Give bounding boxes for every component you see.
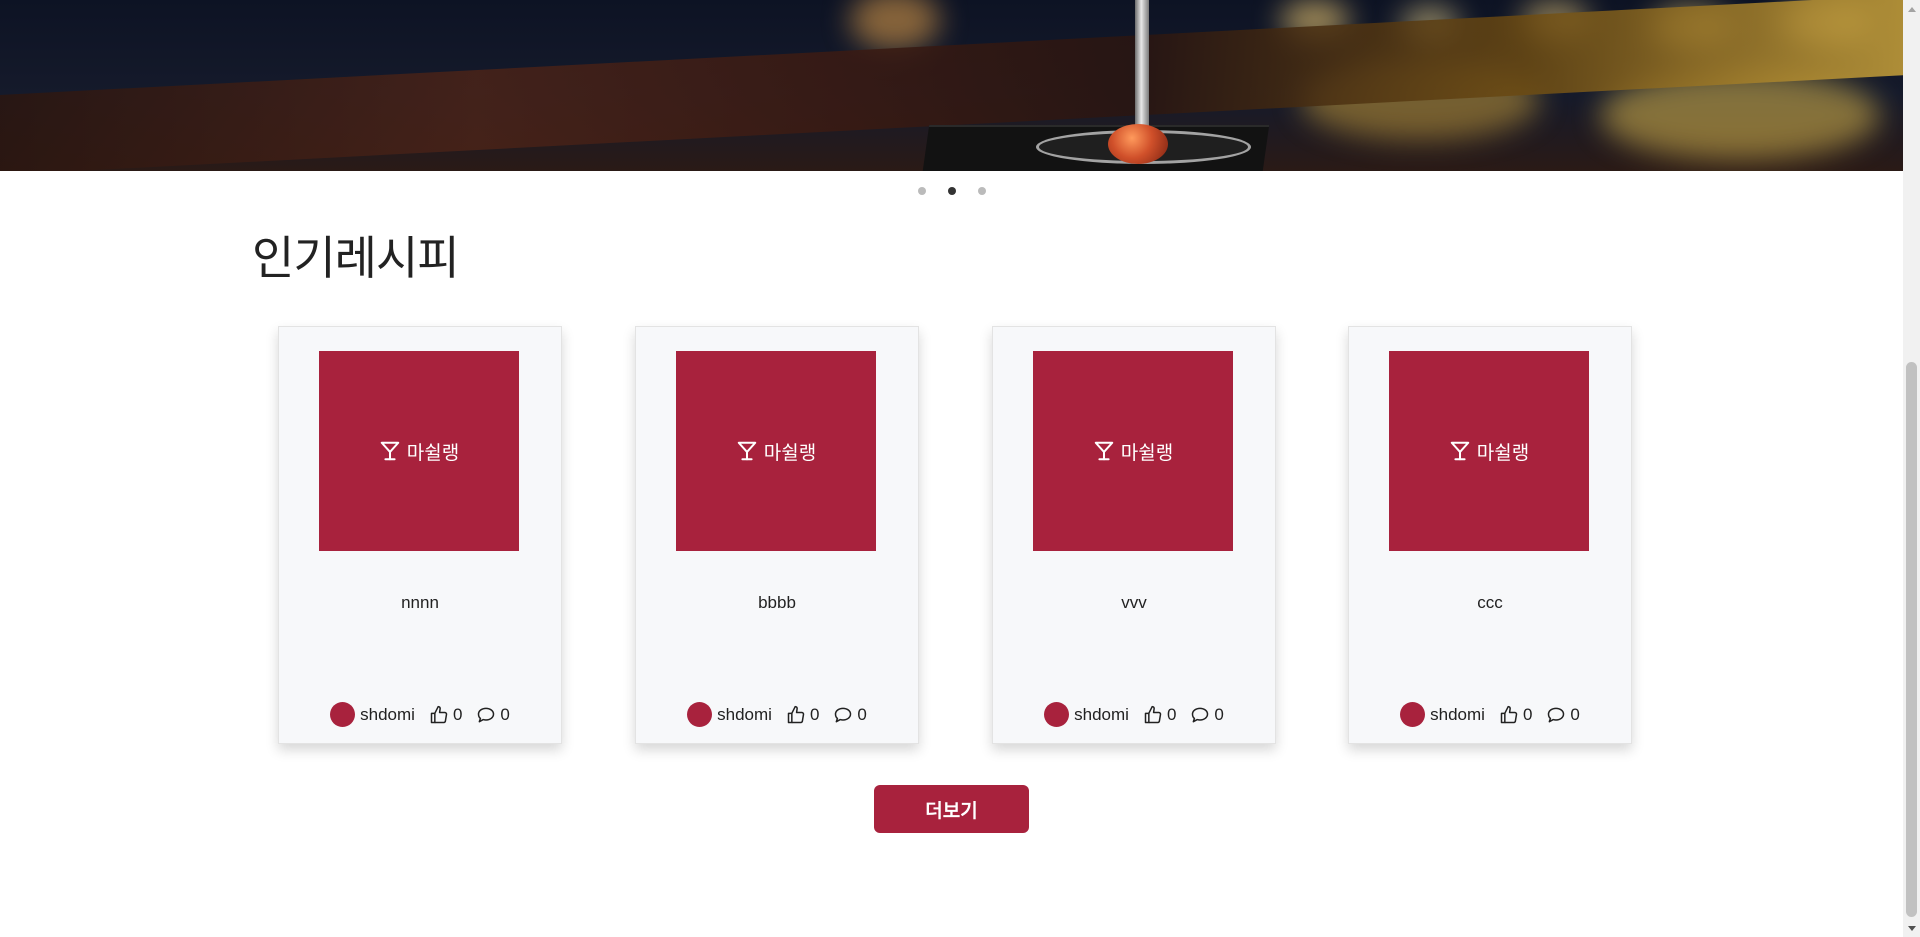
author-name[interactable]: shdomi [360, 705, 415, 725]
recipe-title[interactable]: ccc [1349, 593, 1631, 613]
recipe-meta: shdomi 0 0 [279, 702, 561, 727]
likes-count: 0 [1166, 704, 1177, 724]
recipe-meta: shdomi 0 0 [1349, 702, 1631, 727]
comment-icon [1548, 707, 1565, 722]
comments-stat[interactable]: 0 [1190, 704, 1224, 725]
comments-count: 0 [857, 704, 867, 724]
recipe-title[interactable]: nnnn [279, 593, 561, 613]
comment-icon [835, 707, 852, 722]
recipe-card[interactable]: 마쉴랭 bbbb shdomi 0 0 [635, 326, 919, 744]
recipe-meta: shdomi 0 0 [636, 702, 918, 727]
thumbs-up-icon [430, 705, 448, 723]
comments-count: 0 [500, 704, 510, 724]
comments-count: 0 [1214, 704, 1224, 724]
cocktail-glass-icon [1450, 441, 1470, 461]
cocktail-glass-icon [1094, 441, 1114, 461]
section-title: 인기레시피 [252, 231, 460, 285]
carousel-dot-3[interactable] [977, 187, 986, 195]
carousel-dots [0, 187, 1903, 195]
thumbs-up-icon [1144, 705, 1162, 723]
comment-icon [1192, 707, 1209, 722]
recipe-card[interactable]: 마쉴랭 vvv shdomi 0 0 [992, 326, 1276, 744]
avatar[interactable] [1400, 702, 1426, 727]
likes-count: 0 [1522, 704, 1533, 724]
carousel-dot-1[interactable] [917, 187, 926, 195]
recipe-title[interactable]: vvv [993, 593, 1275, 613]
comments-stat[interactable]: 0 [476, 704, 510, 725]
scroll-down-arrow[interactable] [1903, 920, 1920, 937]
author-name[interactable]: shdomi [1430, 705, 1485, 725]
recipe-card[interactable]: 마쉴랭 nnnn shdomi 0 0 [278, 326, 562, 744]
recipe-thumbnail[interactable]: 마쉴랭 [1389, 351, 1589, 551]
comment-icon [478, 707, 495, 722]
more-button[interactable]: 더보기 [874, 785, 1029, 833]
carousel-dot-2[interactable] [947, 187, 956, 195]
recipe-thumbnail[interactable]: 마쉴랭 [319, 351, 519, 551]
recipe-thumbnail[interactable]: 마쉴랭 [676, 351, 876, 551]
avatar[interactable] [687, 702, 713, 727]
recipe-meta: shdomi 0 0 [993, 702, 1275, 727]
likes-stat[interactable]: 0 [1499, 705, 1532, 725]
avatar[interactable] [1044, 702, 1070, 727]
likes-count: 0 [452, 704, 463, 724]
page-scrollbar[interactable] [1903, 0, 1920, 937]
brand-name: 마쉴랭 [1476, 441, 1530, 464]
comments-stat[interactable]: 0 [833, 704, 867, 725]
recipe-card[interactable]: 마쉴랭 ccc shdomi 0 0 [1348, 326, 1632, 744]
brand-name: 마쉴랭 [763, 441, 817, 464]
scroll-up-arrow[interactable] [1903, 0, 1920, 17]
avatar[interactable] [330, 702, 356, 727]
likes-stat[interactable]: 0 [786, 705, 819, 725]
cocktail-glass-icon [380, 441, 400, 461]
likes-stat[interactable]: 0 [429, 705, 462, 725]
recipe-thumbnail[interactable]: 마쉴랭 [1033, 351, 1233, 551]
brand-name: 마쉴랭 [1120, 441, 1174, 464]
thumbs-up-icon [787, 705, 805, 723]
scroll-thumb[interactable] [1906, 362, 1917, 917]
author-name[interactable]: shdomi [1074, 705, 1129, 725]
hero-banner [0, 0, 1903, 171]
recipe-title[interactable]: bbbb [636, 593, 918, 613]
likes-stat[interactable]: 0 [1143, 705, 1176, 725]
likes-count: 0 [809, 704, 820, 724]
author-name[interactable]: shdomi [717, 705, 772, 725]
cocktail-glass-icon [737, 441, 757, 461]
brand-name: 마쉴랭 [406, 441, 460, 464]
thumbs-up-icon [1500, 705, 1518, 723]
comments-count: 0 [1570, 704, 1580, 724]
comments-stat[interactable]: 0 [1546, 704, 1580, 725]
